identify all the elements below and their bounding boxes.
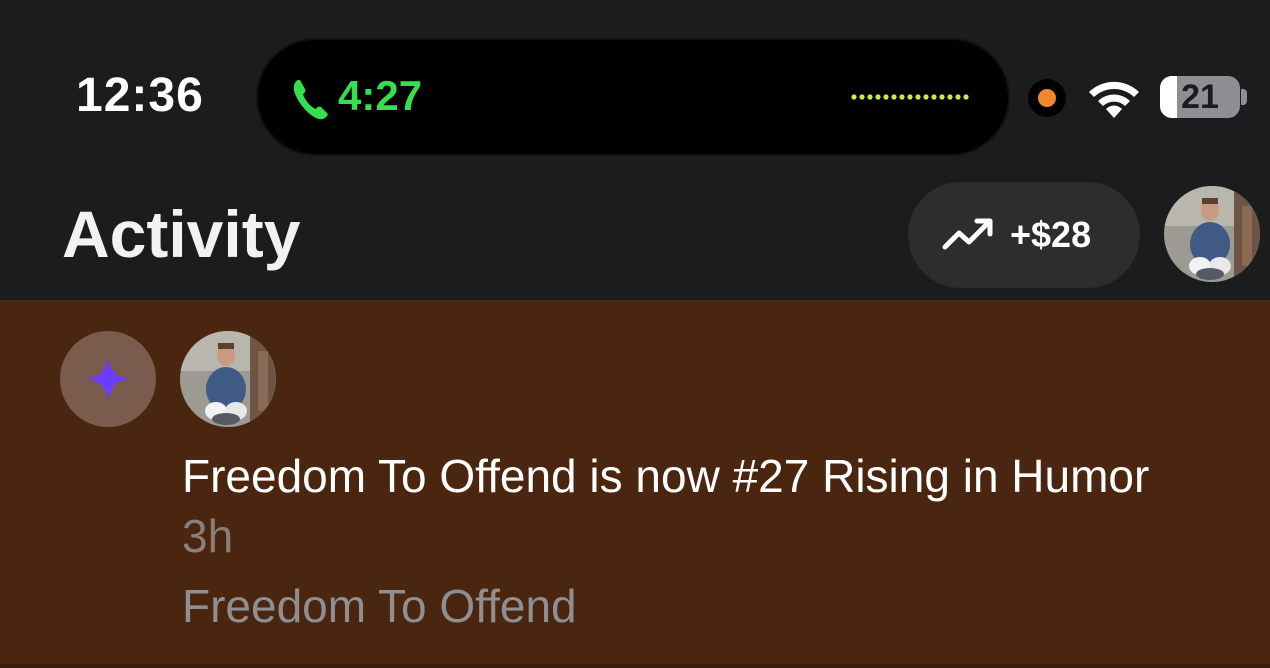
earnings-amount: +$28: [1010, 214, 1092, 255]
sparkle-icon: [86, 357, 130, 401]
notification-time: 3h: [182, 510, 234, 562]
page-title: Activity: [62, 197, 301, 271]
wifi-icon: [1089, 81, 1139, 118]
phone-icon: [293, 80, 328, 120]
call-duration: 4:27: [338, 72, 423, 119]
waveform-icon: [851, 94, 969, 100]
notification-text: Freedom To Offend is now #27 Rising in H…: [182, 450, 1150, 502]
status-time: 12:36: [76, 69, 204, 122]
notification-avatar[interactable]: [180, 331, 276, 427]
recording-dot-icon: [1038, 89, 1056, 107]
battery-nub: [1241, 89, 1247, 105]
notification-divider: [0, 664, 1270, 668]
battery-icon: 21: [1160, 76, 1240, 118]
notification-message: Freedom To Offend is now #27 Rising in H…: [182, 446, 1182, 566]
battery-level: 21: [1181, 78, 1219, 116]
trending-up-icon: [942, 218, 993, 250]
profile-avatar[interactable]: [1164, 186, 1260, 282]
activity-screen: 12:36 4:27 21 Activity +$28 Freedom To O…: [0, 0, 1270, 668]
notification-source: Freedom To Offend: [182, 580, 577, 632]
